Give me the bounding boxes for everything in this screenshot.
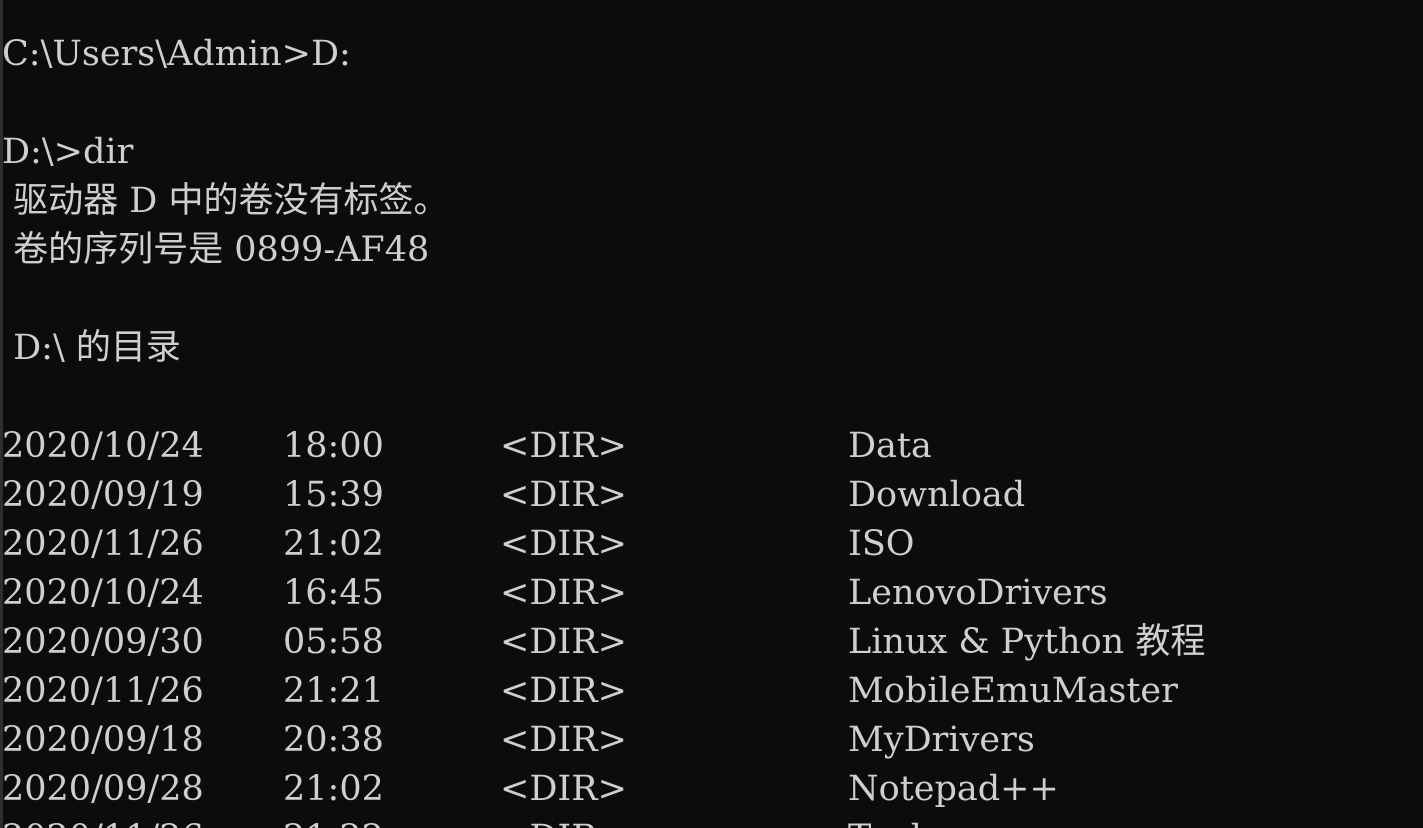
console-output-buffer: C:\Users\Admin>D: D:\>dir 驱动器 D 中的卷没有标签。… <box>0 30 1423 828</box>
row-name: Download <box>848 475 1026 515</box>
row-name: LenovoDrivers <box>848 573 1108 613</box>
row-type-dir-marker: <DIR> <box>500 769 627 809</box>
row-time: 21:21 <box>283 671 384 711</box>
volume-label-message: 驱动器 D 中的卷没有标签。 <box>2 181 449 221</box>
table-row: 2020/09/28 21:02 <DIR> Notepad++ <box>0 765 1423 814</box>
row-type-dir-marker: <DIR> <box>500 671 627 711</box>
row-date: 2020/09/28 <box>2 769 204 809</box>
row-date: 2020/11/26 <box>2 524 204 564</box>
row-time: 20:38 <box>283 720 384 760</box>
directory-listing: 2020/10/24 18:00 <DIR> Data 2020/09/19 15:39 <… <box>0 422 1423 828</box>
row-name: MyDrivers <box>848 720 1035 760</box>
row-name: MobileEmuMaster <box>848 671 1178 711</box>
row-type-dir-marker: <DIR> <box>500 622 627 662</box>
row-time: 18:00 <box>283 426 384 466</box>
row-name: ISO <box>848 524 915 564</box>
table-row: 2020/09/18 20:38 <DIR> MyDrivers <box>0 716 1423 765</box>
row-date: 2020/09/30 <box>2 622 204 662</box>
table-row: 2020/10/24 18:00 <DIR> Data <box>0 422 1423 471</box>
row-time: 15:39 <box>283 475 384 515</box>
table-row: 2020/10/24 16:45 <DIR> LenovoDrivers <box>0 569 1423 618</box>
row-type-dir-marker: <DIR> <box>500 573 627 613</box>
row-type-dir-marker: <DIR> <box>500 814 627 828</box>
row-time: 16:45 <box>283 573 384 613</box>
command-prompt-window[interactable]: C:\Users\Admin>D: D:\>dir 驱动器 D 中的卷没有标签。… <box>0 0 1423 828</box>
row-type-dir-marker: <DIR> <box>500 524 627 564</box>
prompt-line-change-drive: C:\Users\Admin>D: <box>2 34 351 74</box>
row-type-dir-marker: <DIR> <box>500 426 627 466</box>
row-type-dir-marker: <DIR> <box>500 475 627 515</box>
table-row: 2020/09/30 05:58 <DIR> Linux & Python 教程 <box>0 618 1423 667</box>
table-row: 2020/11/26 21:22 <DIR> Tools <box>0 814 1423 828</box>
row-date: 2020/10/24 <box>2 426 204 466</box>
row-time: 21:22 <box>283 814 384 828</box>
row-name: Linux & Python 教程 <box>848 622 1206 662</box>
row-date: 2020/10/24 <box>2 573 204 613</box>
row-date: 2020/09/19 <box>2 475 204 515</box>
row-date: 2020/11/26 <box>2 814 204 828</box>
prompt-line-dir-command: D:\>dir <box>2 132 134 172</box>
row-date: 2020/11/26 <box>2 671 204 711</box>
table-row: 2020/11/26 21:21 <DIR> MobileEmuMaster <box>0 667 1423 716</box>
directory-of-heading: D:\ 的目录 <box>2 328 181 368</box>
table-row: 2020/09/19 15:39 <DIR> Download <box>0 471 1423 520</box>
row-time: 21:02 <box>283 524 384 564</box>
row-name: Tools <box>848 814 940 828</box>
row-name: Data <box>848 426 932 466</box>
row-date: 2020/09/18 <box>2 720 204 760</box>
row-time: 21:02 <box>283 769 384 809</box>
row-name: Notepad++ <box>848 769 1059 809</box>
row-type-dir-marker: <DIR> <box>500 720 627 760</box>
row-time: 05:58 <box>283 622 384 662</box>
volume-serial-message: 卷的序列号是 0899-AF48 <box>2 230 430 270</box>
table-row: 2020/11/26 21:02 <DIR> ISO <box>0 520 1423 569</box>
